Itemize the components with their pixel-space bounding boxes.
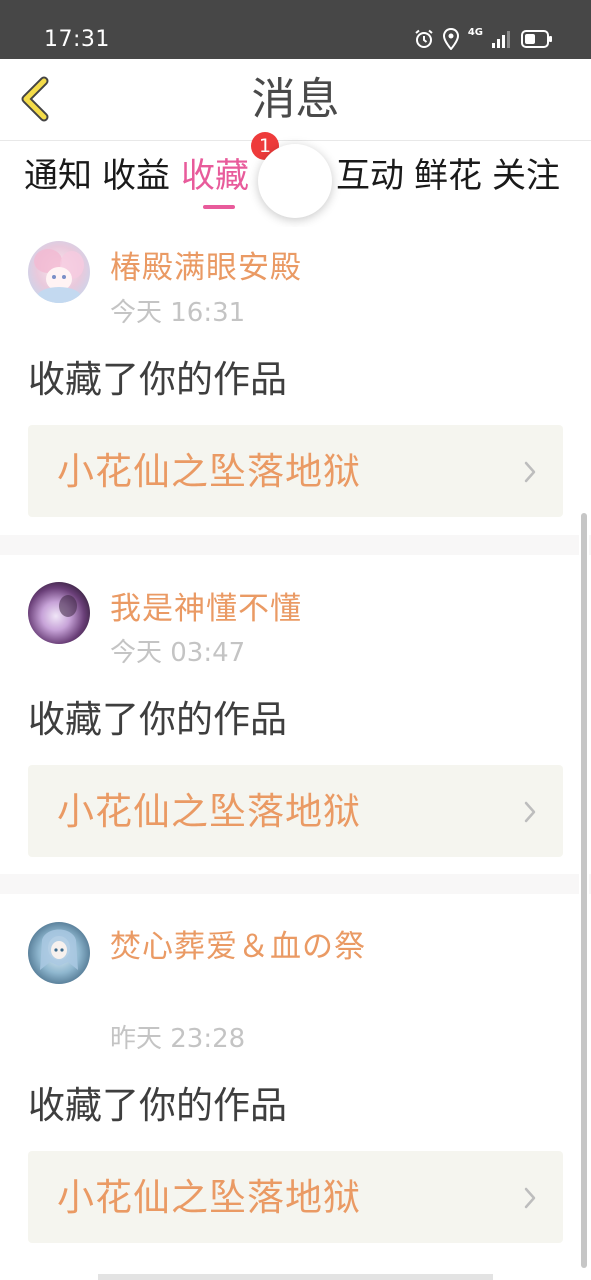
active-tab-indicator [203,205,235,209]
floating-assistive-button[interactable] [258,144,332,218]
avatar[interactable] [28,241,90,303]
work-title: 小花仙之坠落地狱 [57,790,361,833]
tab-earnings[interactable]: 收益 [102,155,170,197]
page-title: 消息 [251,74,340,125]
chevron-right-icon [523,461,537,487]
username[interactable]: 我是神懂不懂 [110,586,380,632]
list-item: 我是神懂不懂 今天 03:47 收藏了你的作品 小花仙之坠落地狱 [0,555,591,874]
timestamp: 昨天 23:28 [110,1024,246,1054]
chevron-right-icon [523,801,537,827]
status-icons: 4G [414,28,553,50]
username[interactable]: 椿殿满眼安殿 [110,245,380,291]
timestamp: 今天 03:47 [110,638,246,668]
divider [0,535,591,555]
work-link[interactable]: 小花仙之坠落地狱 [28,1151,563,1243]
header: 消息 [0,59,591,141]
scrollbar-thumb[interactable] [581,513,587,1268]
work-title: 小花仙之坠落地狱 [57,1176,361,1219]
tab-interactions[interactable]: 互动 [336,155,404,197]
network-type: 4G [467,27,483,38]
message-list: 椿殿满眼安殿 今天 16:31 收藏了你的作品 小花仙之坠落地狱 我是神懂不懂 … [0,227,591,1280]
chevron-right-icon [523,1187,537,1213]
divider [0,874,591,894]
alarm-icon [414,29,434,49]
signal-icon [491,29,513,49]
location-icon [442,28,460,50]
battery-icon [521,29,553,49]
timestamp: 今天 16:31 [110,298,246,328]
bottom-edge [98,1274,493,1280]
status-time: 17:31 [44,27,110,52]
work-link[interactable]: 小花仙之坠落地狱 [28,765,563,857]
status-bar: 17:31 4G [0,0,591,59]
tab-notifications[interactable]: 通知 [24,155,92,197]
list-item: 椿殿满眼安殿 今天 16:31 收藏了你的作品 小花仙之坠落地狱 [0,227,591,535]
username[interactable]: 焚心葬爱＆血の祭 [110,924,380,970]
action-text: 收藏了你的作品 [28,358,287,401]
avatar[interactable] [28,582,90,644]
tab-favorites[interactable]: 收藏 [181,155,249,197]
work-title: 小花仙之坠落地狱 [57,450,361,493]
list-item: 焚心葬爱＆血の祭 昨天 23:28 收藏了你的作品 小花仙之坠落地狱 [0,894,591,1280]
work-link[interactable]: 小花仙之坠落地狱 [28,425,563,517]
avatar[interactable] [28,922,90,984]
tab-flowers[interactable]: 鲜花 [414,155,482,197]
action-text: 收藏了你的作品 [28,1084,287,1127]
tab-follows[interactable]: 关注 [492,155,560,197]
action-text: 收藏了你的作品 [28,698,287,741]
